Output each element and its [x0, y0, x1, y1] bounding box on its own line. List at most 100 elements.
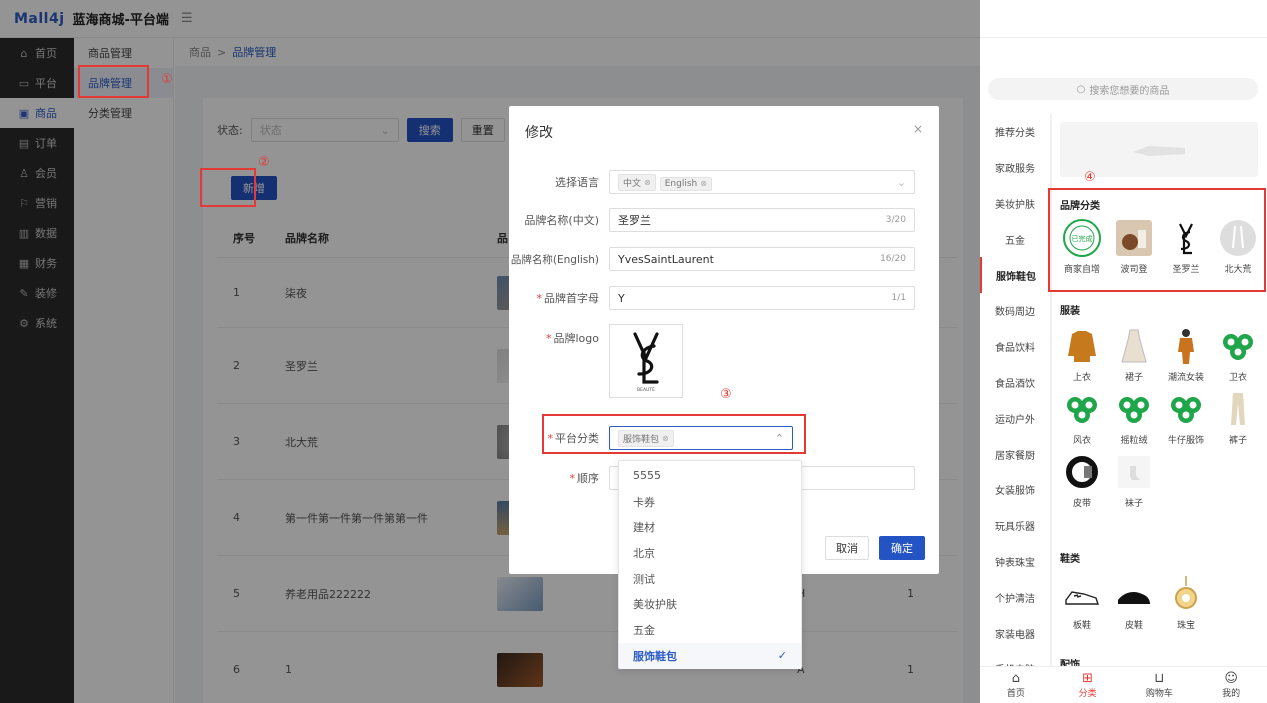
shoes-item[interactable]: 板鞋 [1056, 574, 1108, 631]
clothing-item[interactable]: 风衣 [1056, 389, 1108, 446]
cancel-button[interactable]: 取消 [825, 536, 869, 560]
language-row: 选择语言 中文 ⊗ English ⊗ ⌄ [509, 170, 939, 194]
mobile-tab[interactable]: ⊔ 购物车 [1124, 667, 1196, 703]
mobile-category-item[interactable]: 女装服饰 [980, 472, 1050, 508]
mobile-category-item[interactable]: 食品饮料 [980, 329, 1050, 365]
language-label: 选择语言 [555, 176, 599, 189]
brand-logo-upload[interactable]: BEAUTÉ [609, 324, 683, 398]
sort-label: 顺序 [577, 472, 599, 485]
mobile-category-item[interactable]: 家政服务 [980, 150, 1050, 186]
belt-image-icon [1062, 452, 1102, 492]
clothing-item[interactable]: 摇粒绒 [1108, 389, 1160, 446]
dialog-title: 修改 [525, 125, 553, 141]
mobile-category-item[interactable]: 五金 [980, 221, 1050, 257]
annotation-number-1: ① [161, 72, 173, 87]
mobile-category-item[interactable]: 玩具乐器 [980, 508, 1050, 544]
annotation-number-2: ② [258, 155, 270, 170]
category-banner [1060, 122, 1258, 177]
close-icon[interactable]: × [913, 122, 923, 136]
mobile-category-item[interactable]: 家装电器 [980, 615, 1050, 651]
mobile-tab[interactable]: ⌂ 首页 [980, 667, 1052, 703]
clothing-grid: 上衣 裙子 潮流女装 卫衣风衣 摇粒绒 牛仔服饰 裤子皮带 袜子 [1056, 326, 1266, 515]
dropdown-option[interactable]: 美妆护肤 [619, 591, 801, 617]
annotation-box-4 [1048, 188, 1266, 292]
mobile-category-item[interactable]: 美妆护肤 [980, 186, 1050, 222]
tag-close-icon[interactable]: ⊗ [644, 178, 651, 187]
shoes-item[interactable]: 珠宝 [1160, 574, 1212, 631]
name-en-input[interactable]: YvesSaintLaurent 16/20 [609, 247, 915, 271]
dropdown-option-label: 服饰鞋包 [633, 649, 677, 663]
mobile-tab-label: 首页 [1006, 688, 1025, 699]
clothing-item[interactable]: 潮流女装 [1160, 326, 1212, 383]
required-mark: * [546, 332, 552, 345]
clothing-item[interactable]: 袜子 [1108, 452, 1160, 509]
dropdown-option-label: 测试 [633, 572, 655, 586]
mobile-tab[interactable]: ⊞ 分类 [1052, 667, 1124, 703]
mobile-category-list: 推荐分类 家政服务 美妆护肤 五金 服饰鞋包 数码周边 食品饮料 食品酒饮 运动户外 居家餐厨 女装… [980, 114, 1050, 687]
annotation-box-3 [542, 414, 806, 454]
mobile-tab-icon: ⊔ [1154, 670, 1165, 686]
clothing-item[interactable]: 裤子 [1212, 389, 1264, 446]
clothing-item[interactable]: 裙子 [1108, 326, 1160, 383]
name-cn-label: 品牌名称(中文) [524, 214, 599, 227]
mobile-category-item[interactable]: 食品酒饮 [980, 365, 1050, 401]
first-letter-input[interactable]: Y 1/1 [609, 286, 915, 310]
clothing-label: 风衣 [1072, 436, 1091, 446]
shoes-label: 皮鞋 [1124, 621, 1143, 631]
language-tag-label: English [664, 178, 698, 189]
shoes-section-title: 鞋类 [1060, 554, 1080, 565]
name-cn-row: 品牌名称(中文) 圣罗兰 3/20 [509, 208, 939, 232]
dropdown-option[interactable]: 测试 [619, 566, 801, 592]
mobile-tab[interactable]: ☺ 我的 [1195, 667, 1267, 703]
search-icon: ○ [1076, 83, 1086, 95]
logo-label: 品牌logo [553, 332, 600, 345]
annotation-box-1 [78, 65, 149, 98]
annotation-box-2 [200, 168, 256, 207]
mobile-category-item[interactable]: 推荐分类 [980, 114, 1050, 150]
clothing-label: 牛仔服饰 [1167, 436, 1204, 446]
dropdown-option[interactable]: 卡券 [619, 489, 801, 515]
clover-image-icon [1166, 389, 1206, 429]
name-en-count: 16/20 [880, 254, 906, 264]
tag-close-icon[interactable]: ⊗ [700, 179, 707, 188]
clothing-item[interactable]: 上衣 [1056, 326, 1108, 383]
person-image-icon [1166, 326, 1206, 366]
confirm-button[interactable]: 确定 [879, 536, 925, 560]
clothing-label: 卫衣 [1228, 373, 1247, 383]
dropdown-option-label: 五金 [633, 623, 655, 637]
dropdown-option[interactable]: 建材 [619, 514, 801, 540]
dropdown-option[interactable]: 五金 [619, 617, 801, 643]
dress-image-icon [1114, 326, 1154, 366]
first-letter-label: 品牌首字母 [544, 292, 599, 305]
first-letter-row: * 品牌首字母 Y 1/1 [509, 286, 939, 310]
first-letter-value: Y [618, 291, 625, 305]
name-cn-value: 圣罗兰 [618, 214, 651, 227]
clothing-item[interactable]: 牛仔服饰 [1160, 389, 1212, 446]
language-select[interactable]: 中文 ⊗ English ⊗ ⌄ [609, 170, 915, 194]
sneaker-image-icon [1062, 574, 1102, 614]
ysl-logo-image: BEAUTÉ [633, 332, 659, 393]
mobile-category-item[interactable]: 服饰鞋包 [980, 257, 1050, 293]
annotation-number-4: ④ [1084, 170, 1096, 185]
clover-image-icon [1062, 389, 1102, 429]
mobile-category-item[interactable]: 钟表珠宝 [980, 544, 1050, 580]
category-dropdown: 5555 卡券 建材 北京测试美妆护肤五金服饰鞋包 ✓ [618, 460, 802, 669]
mobile-category-item[interactable]: 数码周边 [980, 293, 1050, 329]
language-tag: 中文 ⊗ [618, 173, 656, 191]
clothing-label: 裤子 [1228, 436, 1247, 446]
dropdown-option[interactable]: 北京 [619, 540, 801, 566]
clothing-item[interactable]: 皮带 [1056, 452, 1108, 509]
clothing-label: 潮流女装 [1167, 373, 1204, 383]
clothing-item[interactable]: 卫衣 [1212, 326, 1264, 383]
dropdown-option[interactable]: 5555 [619, 463, 801, 489]
mobile-category-item[interactable]: 运动户外 [980, 400, 1050, 436]
mobile-category-item[interactable]: 居家餐厨 [980, 436, 1050, 472]
mobile-category-item[interactable]: 个护清洁 [980, 579, 1050, 615]
name-cn-input[interactable]: 圣罗兰 3/20 [609, 208, 915, 232]
shoes-item[interactable]: 皮鞋 [1108, 574, 1160, 631]
dropdown-option[interactable]: 服饰鞋包 ✓ [619, 642, 801, 669]
dropdown-option-label: 5555 [633, 469, 661, 483]
mobile-search-input[interactable]: ○ 搜索您想要的商品 [988, 78, 1258, 100]
pants-image-icon [1218, 389, 1258, 429]
language-tags: 中文 ⊗ English ⊗ [618, 173, 716, 191]
